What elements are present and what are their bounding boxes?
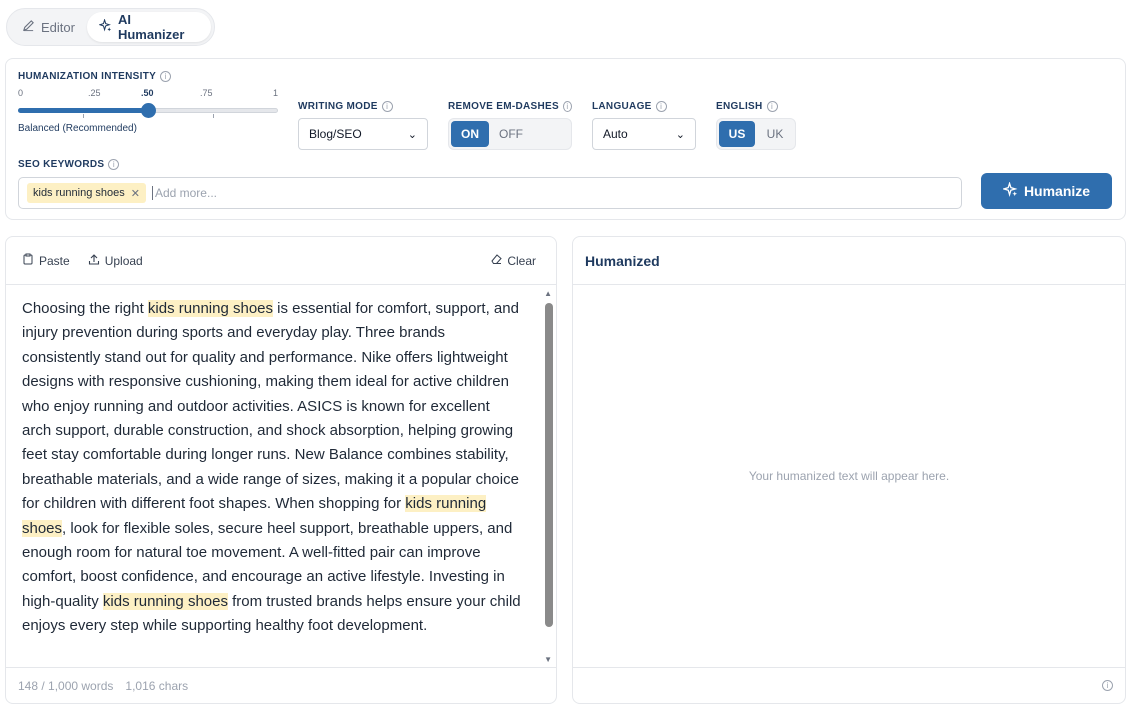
eraser-icon [490,253,503,268]
input-footer: 148 / 1,000 words 1,016 chars [6,667,556,703]
settings-panel: HUMANIZATION INTENSITY i 0 .25 .50 .75 1… [5,58,1126,220]
keyword-highlight: kids running shoes [102,592,228,610]
writing-mode-label: WRITING MODE [298,101,378,112]
char-count: 1,016 chars [125,678,189,693]
pencil-icon [22,19,35,35]
input-panel: Paste Upload Clear Choosing the right ki… [5,236,557,704]
tab-ai-humanizer[interactable]: AI Humanizer [86,12,211,42]
em-dashes-off[interactable]: OFF [491,121,531,147]
humanize-button[interactable]: Humanize [981,173,1112,209]
scroll-down-arrow[interactable]: ▼ [544,655,552,664]
english-label: ENGLISH [716,101,763,112]
tick-label: 0 [18,88,24,98]
info-icon[interactable]: i [1102,680,1113,691]
info-icon[interactable]: i [562,101,572,112]
keyword-chip: kids running shoes ✕ [27,183,146,203]
tick-label: .25 [88,88,101,98]
intensity-caption: Balanced (Recommended) [18,123,137,134]
tab-ai-humanizer-label: AI Humanizer [117,12,185,42]
upload-icon [88,253,100,268]
english-us[interactable]: US [719,121,755,147]
info-icon[interactable]: i [766,101,778,112]
output-title: Humanized [573,237,1125,285]
english-field: ENGLISH i US UK [716,101,796,150]
info-icon[interactable]: i [160,71,172,82]
chevron-down-icon: ⌄ [407,128,417,141]
em-dashes-on[interactable]: ON [451,121,489,147]
intensity-slider[interactable] [18,103,280,118]
english-toggle: US UK [716,118,796,150]
em-dashes-label: REMOVE EM-DASHES [448,101,559,112]
slider-tick [213,114,214,118]
paste-button[interactable]: Paste [22,253,70,268]
tick-label: .50 [141,88,154,98]
slider-thumb[interactable] [141,103,156,118]
language-label: LANGUAGE [592,101,652,112]
mode-tabs: Editor AI Humanizer [6,8,215,46]
seo-keywords-input[interactable]: kids running shoes ✕ Add more... [18,177,962,209]
upload-button[interactable]: Upload [88,253,143,268]
english-uk[interactable]: UK [757,121,793,147]
writing-mode-field: WRITING MODE i Blog/SEO ⌄ [298,101,428,150]
writing-mode-select[interactable]: Blog/SEO ⌄ [298,118,428,150]
close-icon[interactable]: ✕ [131,187,140,200]
slider-fill [18,108,148,113]
tab-editor-label: Editor [41,19,75,35]
sparkle-icon [1001,181,1018,200]
output-footer: i [573,667,1125,703]
tab-editor[interactable]: Editor [10,12,87,42]
writing-mode-value: Blog/SEO [309,127,362,141]
word-count: 148 / 1,000 words [18,678,114,693]
em-dashes-toggle: ON OFF [448,118,572,150]
intensity-ticks: 0 .25 .50 .75 1 [18,88,280,102]
scrollbar[interactable] [545,303,553,627]
language-field: LANGUAGE i Auto ⌄ [592,101,696,150]
language-select[interactable]: Auto ⌄ [592,118,696,150]
em-dashes-field: REMOVE EM-DASHES i ON OFF [448,101,572,150]
sparkle-icon [98,18,112,35]
slider-tick [83,114,84,118]
clear-button[interactable]: Clear [490,253,536,268]
chevron-down-icon: ⌄ [675,128,685,141]
intensity-control: HUMANIZATION INTENSITY i 0 .25 .50 .75 1… [18,71,280,134]
language-value: Auto [603,127,628,141]
tick-label: .75 [200,88,213,98]
humanize-button-label: Humanize [1023,183,1091,199]
text-segment: Choosing the right [22,300,148,317]
tick-label: 1 [273,88,279,98]
scroll-up-arrow[interactable]: ▲ [544,289,552,298]
info-icon[interactable]: i [108,159,120,170]
intensity-label: HUMANIZATION INTENSITY i [18,71,280,82]
info-icon[interactable]: i [655,101,667,112]
text-segment: is essential for comfort, support, and i… [22,300,519,513]
keyword-highlight: kids running shoes [147,300,273,317]
input-textarea[interactable]: Choosing the right kids running shoes is… [6,286,556,668]
output-placeholder: Your humanized text will appear here. [748,469,950,483]
clipboard-icon [22,253,34,268]
keyword-add-input[interactable]: Add more... [151,186,217,200]
info-icon[interactable]: i [381,101,393,112]
output-panel: Humanized Your humanized text will appea… [572,236,1126,704]
input-toolbar: Paste Upload Clear [6,237,556,285]
seo-keywords-label: SEO KEYWORDS i [18,159,120,170]
